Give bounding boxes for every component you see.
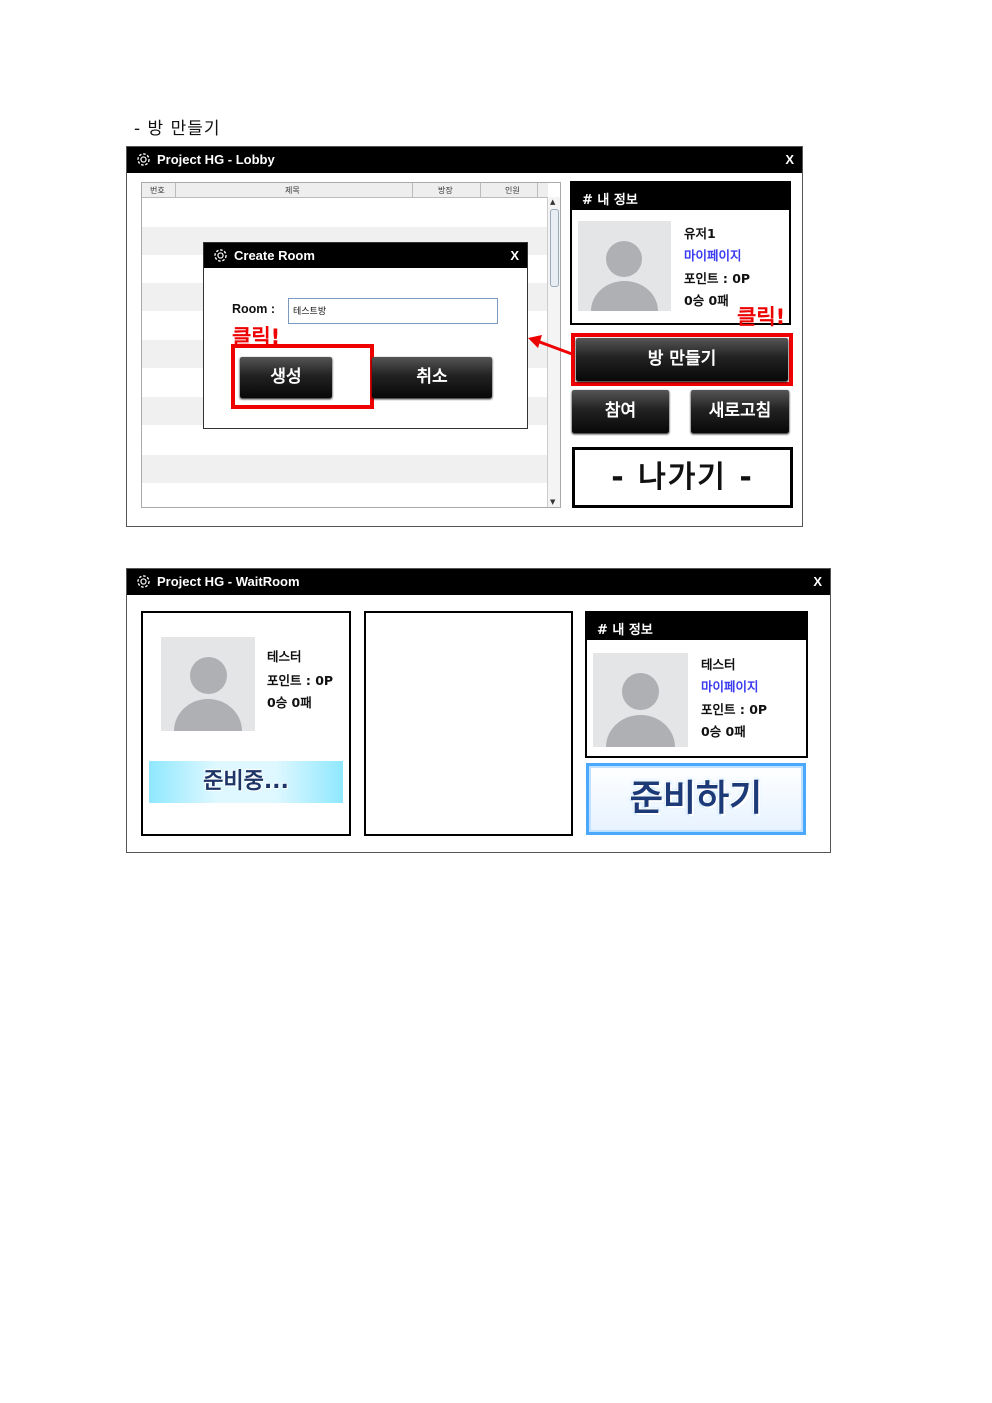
- player-points: 포인트 : 0P: [267, 673, 334, 688]
- my-points: 포인트 : 0P: [701, 702, 768, 717]
- room-list-header: 번호 제목 방장 인원: [142, 183, 548, 198]
- my-info-header: # 내 정보: [572, 183, 789, 210]
- mypage-link[interactable]: 마이페이지: [701, 676, 759, 695]
- room-name-input[interactable]: 테스트방: [288, 298, 498, 324]
- user-points: 포인트 : 0P: [684, 271, 751, 286]
- col-members[interactable]: 인원: [505, 185, 520, 196]
- my-record: 0승 0패: [701, 724, 746, 739]
- exit-button[interactable]: - 나가기 -: [572, 447, 793, 508]
- waitroom-titlebar: Project HG - WaitRoom X: [127, 569, 830, 595]
- scroll-up-icon[interactable]: ▲: [550, 198, 555, 206]
- dialog-titlebar: Create Room X: [204, 243, 527, 268]
- join-button[interactable]: 참여: [572, 390, 669, 433]
- room-name-value: 테스트방: [293, 307, 327, 317]
- player-slot-1: 테스터 포인트 : 0P 0승 0패 준비중...: [141, 611, 351, 836]
- avatar: [578, 221, 671, 311]
- avatar: [593, 653, 688, 747]
- create-room-dialog: Create Room X Room : 테스트방 클릭! 생성 취소: [203, 242, 528, 429]
- my-info-panel: # 내 정보 테스터 마이페이지 포인트 : 0P 0승 0패: [585, 611, 808, 758]
- arrow-icon: [528, 335, 573, 356]
- lobby-window: Project HG - Lobby X 번호 제목 방장 인원 ▲ ▼ # 내…: [126, 146, 803, 527]
- cancel-button[interactable]: 취소: [372, 357, 492, 398]
- create-room-button[interactable]: 방 만들기: [576, 338, 788, 381]
- lobby-title: Project HG - Lobby: [157, 152, 275, 167]
- refresh-button[interactable]: 새로고침: [691, 390, 789, 433]
- my-info-header: # 내 정보: [587, 613, 806, 640]
- player-name: 테스터: [267, 649, 302, 664]
- my-name: 테스터: [701, 657, 736, 672]
- col-number[interactable]: 번호: [150, 185, 165, 196]
- player-status-text: 준비중...: [203, 769, 289, 794]
- avatar: [161, 637, 255, 731]
- ready-button[interactable]: 준비하기: [586, 763, 806, 835]
- room-label: Room :: [232, 302, 276, 316]
- lobby-close-button[interactable]: X: [785, 152, 794, 167]
- player-slot-2: [364, 611, 573, 836]
- user-record: 0승 0패: [684, 293, 729, 308]
- dialog-title: Create Room: [234, 248, 315, 263]
- section-heading: - 방 만들기: [134, 119, 221, 139]
- scroll-down-icon[interactable]: ▼: [550, 498, 555, 506]
- dialog-close-button[interactable]: X: [510, 248, 519, 263]
- gear-icon: [137, 575, 150, 588]
- waitroom-window: Project HG - WaitRoom X 테스터 포인트 : 0P 0승 …: [126, 568, 831, 853]
- ready-button-label: 준비하기: [629, 778, 763, 819]
- col-title[interactable]: 제목: [285, 185, 300, 196]
- player-record: 0승 0패: [267, 695, 312, 710]
- gear-icon: [214, 249, 227, 262]
- click-annotation: 클릭!: [737, 305, 786, 329]
- scroll-thumb[interactable]: [550, 209, 559, 287]
- gear-icon: [137, 153, 150, 166]
- exit-button-label: - 나가기 -: [611, 460, 754, 495]
- col-host[interactable]: 방장: [438, 185, 453, 196]
- waitroom-title: Project HG - WaitRoom: [157, 574, 300, 589]
- user-name: 유저1: [684, 226, 716, 241]
- mypage-link[interactable]: 마이페이지: [684, 245, 742, 264]
- list-item[interactable]: [142, 455, 548, 483]
- waitroom-close-button[interactable]: X: [813, 574, 822, 589]
- lobby-titlebar: Project HG - Lobby X: [127, 147, 802, 173]
- create-button[interactable]: 생성: [240, 357, 332, 398]
- player-status-badge: 준비중...: [149, 761, 343, 803]
